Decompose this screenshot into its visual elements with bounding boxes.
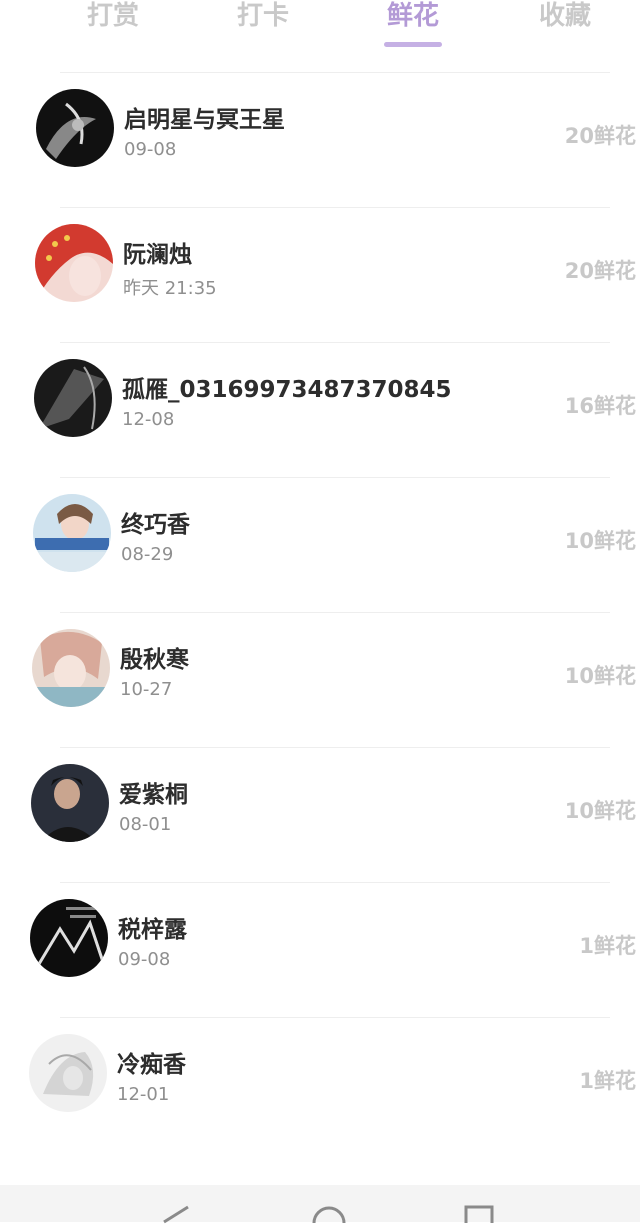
user-name: 爱紫桐 [119, 782, 188, 808]
divider [60, 477, 610, 478]
list-item[interactable]: 阮澜烛 昨天 21:35 20鲜花 [0, 207, 640, 342]
avatar[interactable] [31, 764, 109, 842]
recents-icon[interactable] [464, 1205, 494, 1229]
home-icon[interactable] [312, 1205, 346, 1229]
divider [60, 1017, 610, 1018]
active-tab-indicator [384, 42, 442, 47]
list-item[interactable]: 殷秋寒 10-27 10鲜花 [0, 612, 640, 747]
divider [60, 882, 610, 883]
divider [60, 207, 610, 208]
tab-bar: 打赏 打卡 鲜花 收藏 [0, 0, 640, 62]
flower-count: 10鲜花 [564, 799, 636, 823]
user-name: 终巧香 [121, 512, 190, 538]
avatar[interactable] [29, 1034, 107, 1112]
list-item[interactable]: 终巧香 08-29 10鲜花 [0, 477, 640, 612]
flower-count: 20鲜花 [564, 124, 636, 148]
timestamp: 12-01 [117, 1084, 170, 1105]
divider [60, 747, 610, 748]
avatar[interactable] [34, 359, 112, 437]
flower-count: 10鲜花 [564, 529, 636, 553]
avatar[interactable] [35, 224, 113, 302]
divider [60, 342, 610, 343]
flower-count: 1鲜花 [579, 934, 636, 958]
timestamp: 08-01 [119, 814, 172, 835]
list-item[interactable]: 爱紫桐 08-01 10鲜花 [0, 747, 640, 882]
flower-count: 1鲜花 [579, 1069, 636, 1093]
list-item[interactable]: 启明星与冥王星 09-08 20鲜花 [0, 72, 640, 207]
tab-checkin[interactable]: 打卡 [208, 0, 318, 48]
user-name: 殷秋寒 [120, 647, 189, 673]
timestamp: 12-08 [122, 409, 175, 430]
back-icon[interactable] [160, 1205, 190, 1229]
tab-flowers[interactable]: 鲜花 [358, 0, 468, 48]
avatar[interactable] [32, 629, 110, 707]
divider [60, 72, 610, 73]
timestamp: 08-29 [121, 544, 174, 565]
timestamp: 昨天 21:35 [123, 278, 217, 299]
system-nav-bar [0, 1185, 640, 1224]
tab-tip[interactable]: 打赏 [58, 0, 168, 48]
divider [60, 612, 610, 613]
timestamp: 10-27 [120, 679, 173, 700]
flower-count: 16鲜花 [564, 394, 636, 418]
avatar[interactable] [30, 899, 108, 977]
user-name: 孤雁_03169973487370845 [122, 377, 452, 403]
flower-count: 20鲜花 [564, 259, 636, 283]
user-name: 阮澜烛 [123, 242, 192, 268]
avatar[interactable] [36, 89, 114, 167]
user-name: 冷痴香 [117, 1052, 186, 1078]
timestamp: 09-08 [124, 139, 177, 160]
flower-count: 10鲜花 [564, 664, 636, 688]
list-item[interactable]: 冷痴香 12-01 1鲜花 [0, 1017, 640, 1152]
tab-favorites[interactable]: 收藏 [510, 0, 620, 48]
list-item[interactable]: 孤雁_03169973487370845 12-08 16鲜花 [0, 342, 640, 477]
timestamp: 09-08 [118, 949, 171, 970]
avatar[interactable] [33, 494, 111, 572]
user-name: 启明星与冥王星 [124, 107, 285, 133]
user-name: 税梓露 [118, 917, 187, 943]
list-item[interactable]: 税梓露 09-08 1鲜花 [0, 882, 640, 1017]
